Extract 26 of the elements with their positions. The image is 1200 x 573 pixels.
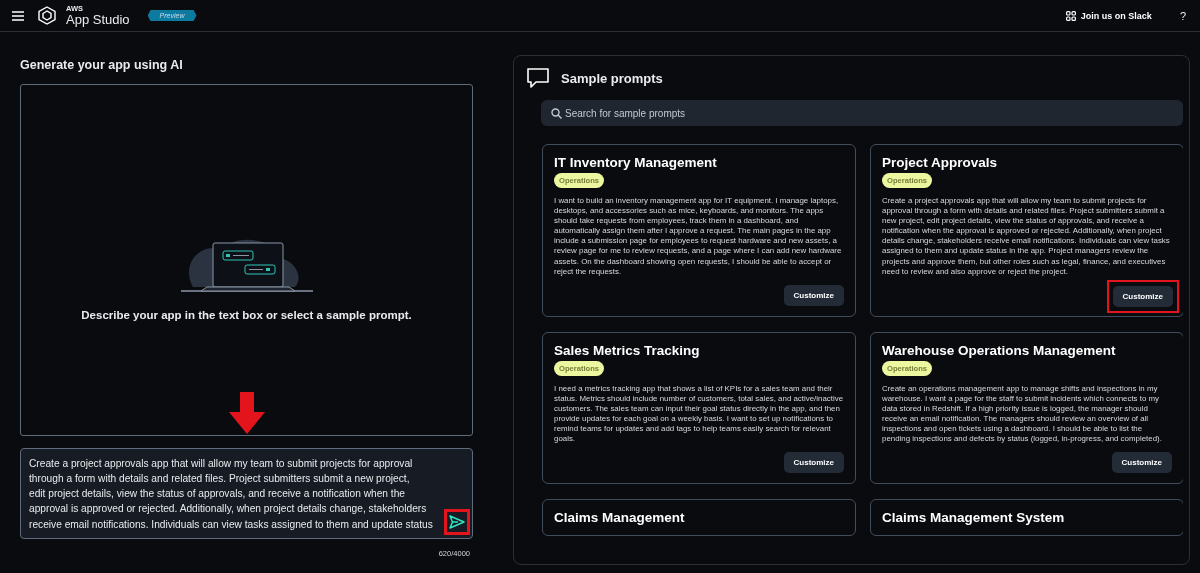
prompt-input-field[interactable]: Create a project approvals app that will allow my team to submit projects for approval through a form with details and related files. Project submitters submit a new project, edit project details, view the status of approvals, and receive a notification when the approval is approved or rejected. Additionally, when project details change, stakeholders receive email notifications. Individuals can view tasks assigned to them and update status [20,448,473,539]
section-title: Generate your app using AI [20,58,184,72]
down-arrow-icon [228,392,265,434]
card-title: IT Inventory Management [554,155,718,170]
customize-button[interactable]: Customize [1111,452,1172,474]
panel-title: Sample prompts [561,70,663,86]
empty-state-message: Describe your app in the text box or select a sample prompt. [81,309,412,321]
send-icon [449,515,465,529]
customize-button[interactable]: Customize [783,452,844,474]
grid-icon [1065,10,1076,21]
card-title: Claims Management [554,510,686,526]
card-title: Warehouse Operations Management [882,342,1117,358]
search-icon [551,107,562,119]
card-title: Project Approvals [882,155,999,170]
cube-logo-icon [38,6,56,25]
customize-button[interactable]: Customize [783,284,844,306]
card-title: Claims Management System [882,510,1066,526]
search-field[interactable]: Search for sample prompts [541,100,1183,126]
card-title: Sales Metrics Tracking [554,342,701,358]
chat-bubble-icon [527,68,549,88]
help-button[interactable]: ? [1179,9,1186,22]
app-title: App Studio [66,12,130,26]
send-button[interactable] [444,509,470,535]
customize-button[interactable]: Customize [1112,285,1173,307]
slack-link[interactable]: Join us on Slack [1065,10,1152,21]
menu-icon[interactable] [12,10,24,21]
